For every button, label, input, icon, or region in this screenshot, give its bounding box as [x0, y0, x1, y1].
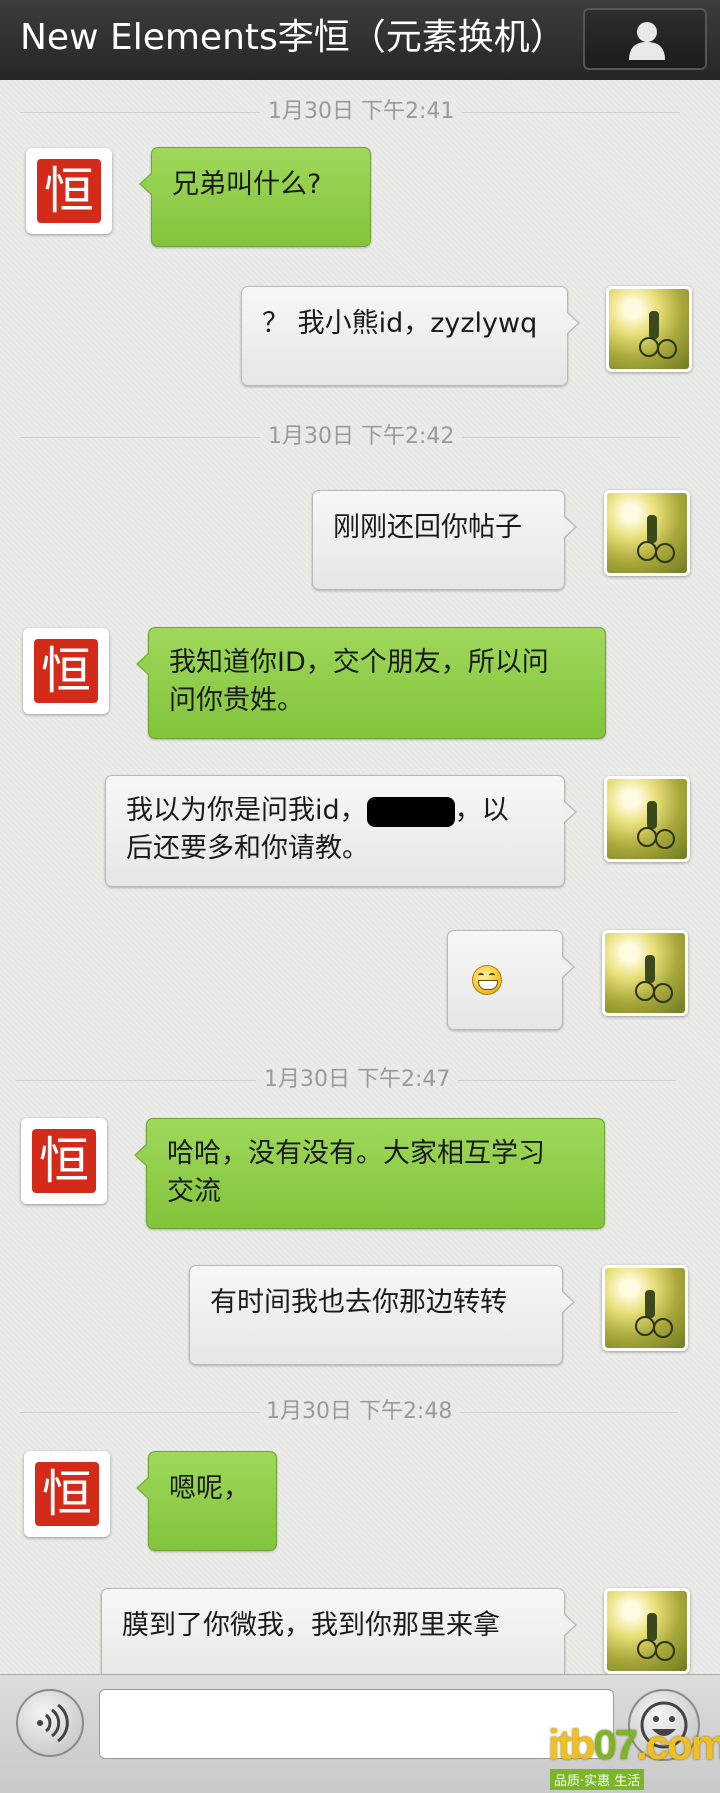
seal-char: 恒 [39, 1132, 89, 1190]
chat-header: New Elements李恒（元素换机） [0, 0, 720, 81]
timestamp-divider: 1月30日 下午2:42 [0, 422, 720, 452]
my-avatar[interactable] [602, 1265, 688, 1351]
message-text-line: 后还要多和你请教。 [126, 833, 369, 864]
message-text-part: 我以为你是问我id， [126, 795, 367, 826]
voice-icon [37, 1703, 69, 1743]
message-text: 膜到了你微我，我到你那里来拿 [122, 1610, 500, 1641]
watermark-text: itb [548, 1721, 595, 1768]
message-text-line: 我以为你是问我id， ，以 [126, 792, 544, 830]
watermark-tagline: 品质·实惠 生活 [550, 1769, 645, 1790]
message-text: ？ 我小熊id，zyzlywq [262, 308, 538, 339]
seal-char: 恒 [44, 162, 94, 220]
timestamp-divider: 1月30日 下午2:41 [0, 97, 720, 127]
message-text: 有时间我也去你那边转转 [210, 1287, 507, 1318]
message-text: 嗯呢， [169, 1473, 250, 1504]
timestamp-divider: 1月30日 下午2:47 [0, 1065, 720, 1095]
message-bubble-received[interactable]: 哈哈，没有没有。大家相互学习 交流 [134, 1118, 605, 1229]
message-bubble-sent[interactable]: ？ 我小熊id，zyzlywq [241, 286, 580, 386]
my-avatar[interactable] [606, 286, 692, 372]
timestamp-divider: 1月30日 下午2:48 [0, 1397, 720, 1427]
chat-title: New Elements李恒（元素换机） [20, 17, 566, 58]
message-bubble-sent[interactable] [447, 930, 575, 1030]
input-bar: itb07.com 品质·实惠 生活 [0, 1674, 720, 1793]
message-bubble-received[interactable]: 我知道你ID，交个朋友，所以问 问你贵姓。 [136, 627, 606, 739]
message-text: 刚刚还回你帖子 [333, 512, 522, 543]
my-avatar[interactable] [604, 776, 690, 862]
timestamp-text: 1月30日 下午2:47 [264, 1067, 451, 1092]
timestamp-text: 1月30日 下午2:42 [268, 424, 455, 449]
timestamp-text: 1月30日 下午2:41 [268, 99, 455, 124]
message-text-line: 交流 [167, 1176, 221, 1207]
watermark-text: .com [636, 1721, 720, 1768]
timestamp-text: 1月30日 下午2:48 [266, 1399, 453, 1424]
message-text: 兄弟叫什么? [172, 169, 322, 200]
message-list[interactable]: 1月30日 下午2:41 恒 兄弟叫什么? ？ 我小熊id，zyzlywq 1月… [0, 80, 720, 1674]
message-input[interactable] [99, 1689, 614, 1759]
message-bubble-sent[interactable]: 刚刚还回你帖子 [312, 490, 577, 590]
my-avatar[interactable] [604, 1588, 690, 1674]
my-avatar[interactable] [604, 490, 690, 576]
my-avatar[interactable] [602, 930, 688, 1016]
contact-avatar[interactable]: 恒 [23, 628, 109, 714]
grinning-emoji-icon [472, 965, 502, 995]
seal-char: 恒 [41, 642, 91, 700]
watermark-text: 07 [593, 1721, 638, 1768]
contact-avatar[interactable]: 恒 [21, 1118, 107, 1204]
message-text-part: ，以 [454, 795, 509, 826]
watermark-logo: itb07.com 品质·实惠 生活 [548, 1721, 720, 1790]
message-bubble-received[interactable]: 嗯呢， [136, 1451, 277, 1551]
message-bubble-sent[interactable]: 有时间我也去你那边转转 [189, 1265, 575, 1365]
redacted-block [366, 796, 455, 827]
message-bubble-sent[interactable]: 我以为你是问我id， ，以 后还要多和你请教。 [105, 775, 577, 887]
voice-input-button[interactable] [16, 1689, 84, 1757]
message-text-line: 我知道你ID，交个朋友，所以问 [169, 647, 549, 678]
message-bubble-sent[interactable]: 膜到了你微我，我到你那里来拿 [101, 1588, 577, 1674]
contact-avatar[interactable]: 恒 [26, 148, 112, 234]
person-icon [629, 22, 665, 60]
message-bubble-received[interactable]: 兄弟叫什么? [139, 147, 371, 247]
message-text-line: 问你贵姓。 [169, 685, 304, 716]
seal-char: 恒 [42, 1465, 92, 1523]
contact-profile-button[interactable] [583, 8, 707, 70]
message-text-line: 哈哈，没有没有。大家相互学习 [167, 1138, 545, 1169]
contact-avatar[interactable]: 恒 [24, 1451, 110, 1537]
